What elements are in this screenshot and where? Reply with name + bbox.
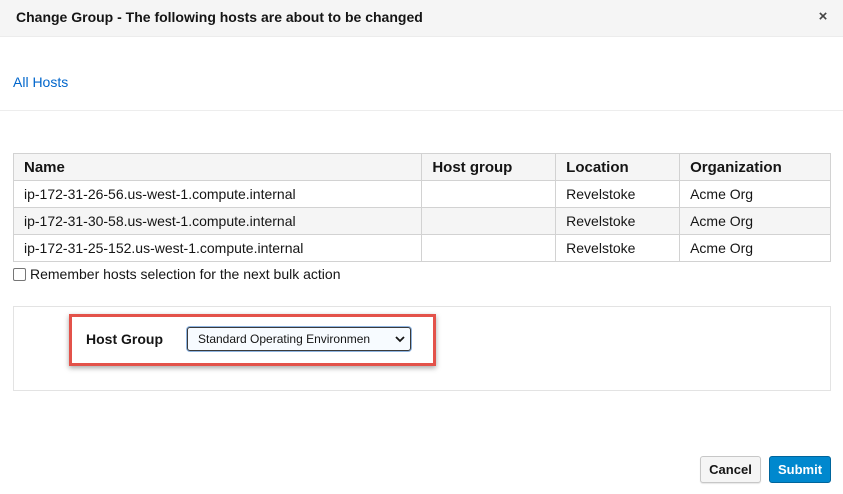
cell-organization: Acme Org [679, 180, 831, 208]
column-header-location: Location [555, 153, 681, 181]
chevron-down-icon [394, 329, 406, 350]
column-header-organization: Organization [679, 153, 831, 181]
cell-name: ip-172-31-30-58.us-west-1.compute.intern… [12, 207, 423, 235]
cancel-button[interactable]: Cancel [700, 456, 761, 483]
cell-host-group [421, 180, 557, 208]
table-header-row: Name Host group Location Organization [12, 153, 831, 181]
close-icon[interactable]: × [814, 8, 832, 26]
column-header-name: Name [12, 153, 423, 181]
cell-host-group [421, 207, 557, 235]
table-row: ip-172-31-26-56.us-west-1.compute.intern… [12, 180, 831, 208]
table-row: ip-172-31-25-152.us-west-1.compute.inter… [12, 234, 831, 262]
cell-name: ip-172-31-25-152.us-west-1.compute.inter… [12, 234, 423, 262]
host-group-label: Host Group [86, 331, 163, 347]
cell-host-group [421, 234, 557, 262]
modal-header: Change Group - The following hosts are a… [0, 0, 843, 37]
host-group-select[interactable]: Standard Operating Environment [187, 327, 411, 351]
remember-label: Remember hosts selection for the next bu… [30, 266, 341, 282]
column-header-host-group: Host group [421, 153, 557, 181]
cell-location: Revelstoke [555, 207, 681, 235]
table-row: ip-172-31-30-58.us-west-1.compute.intern… [12, 207, 831, 235]
cell-name: ip-172-31-26-56.us-west-1.compute.intern… [12, 180, 423, 208]
all-hosts-link[interactable]: All Hosts [13, 74, 68, 90]
submit-button[interactable]: Submit [769, 456, 831, 483]
cell-location: Revelstoke [555, 180, 681, 208]
remember-checkbox[interactable] [13, 267, 26, 281]
hosts-table: Name Host group Location Organization ip… [12, 153, 831, 262]
cell-location: Revelstoke [555, 234, 681, 262]
divider [0, 110, 843, 111]
modal-title: Change Group - The following hosts are a… [16, 9, 423, 25]
remember-selection[interactable]: Remember hosts selection for the next bu… [13, 266, 341, 282]
cell-organization: Acme Org [679, 207, 831, 235]
host-group-selected-value: Standard Operating Environment [198, 332, 370, 346]
cell-organization: Acme Org [679, 234, 831, 262]
